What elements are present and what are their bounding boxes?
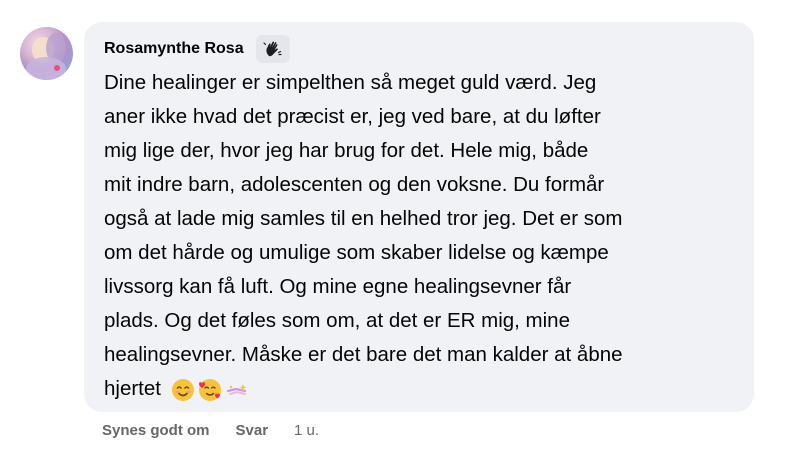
like-button[interactable]: Synes godt om <box>102 422 210 439</box>
waving-hand-icon[interactable] <box>255 35 290 63</box>
comment-text-line: plads. Og det føles som om, at det er ER… <box>104 309 570 332</box>
comment-body: Dine healinger er simpelthen så meget gu… <box>104 66 744 406</box>
reply-button[interactable]: Svar <box>236 422 269 439</box>
comment-text-line: også at lade mig samles til en helhed tr… <box>104 207 623 230</box>
waving-hand-icon-graphic <box>262 41 282 57</box>
emoji-group <box>171 378 251 402</box>
comment-text-line: livssorg kan få luft. Og mine egne heali… <box>104 275 572 298</box>
author-avatar[interactable] <box>20 27 73 80</box>
comment-text-line: aner ikke hvad det præcist er, jeg ved b… <box>104 105 601 128</box>
face-with-hearts-emoji-icon <box>198 378 221 401</box>
comment-text-line: Dine healinger er simpelthen så meget gu… <box>104 71 597 94</box>
comment-text-line: om det hårde og umulige som skaber lidel… <box>104 241 609 264</box>
comment-timestamp[interactable]: 1 u. <box>294 422 319 439</box>
comment-text-line: healingsevner. Måske er det bare det man… <box>104 343 623 366</box>
comment-text-line: mig lige der, hvor jeg har brug for det.… <box>104 139 589 162</box>
smiling-face-emoji-icon <box>171 378 194 401</box>
comment-header: Rosamynthe Rosa <box>104 34 290 64</box>
comment-text-line: hjertet <box>104 377 161 400</box>
comment-text-last-line: hjertet <box>104 372 744 406</box>
comment-bubble: Rosamynthe Rosa Dine healinger er simpel… <box>84 22 754 412</box>
comment-text-line: mit indre barn, adolescenten og den voks… <box>104 173 605 196</box>
sparkles-emoji-icon <box>226 383 247 395</box>
author-name[interactable]: Rosamynthe Rosa <box>104 40 244 58</box>
avatar-shape <box>54 65 60 71</box>
avatar-shape <box>26 57 66 80</box>
comment-actions: Synes godt om Svar 1 u. <box>102 418 319 442</box>
